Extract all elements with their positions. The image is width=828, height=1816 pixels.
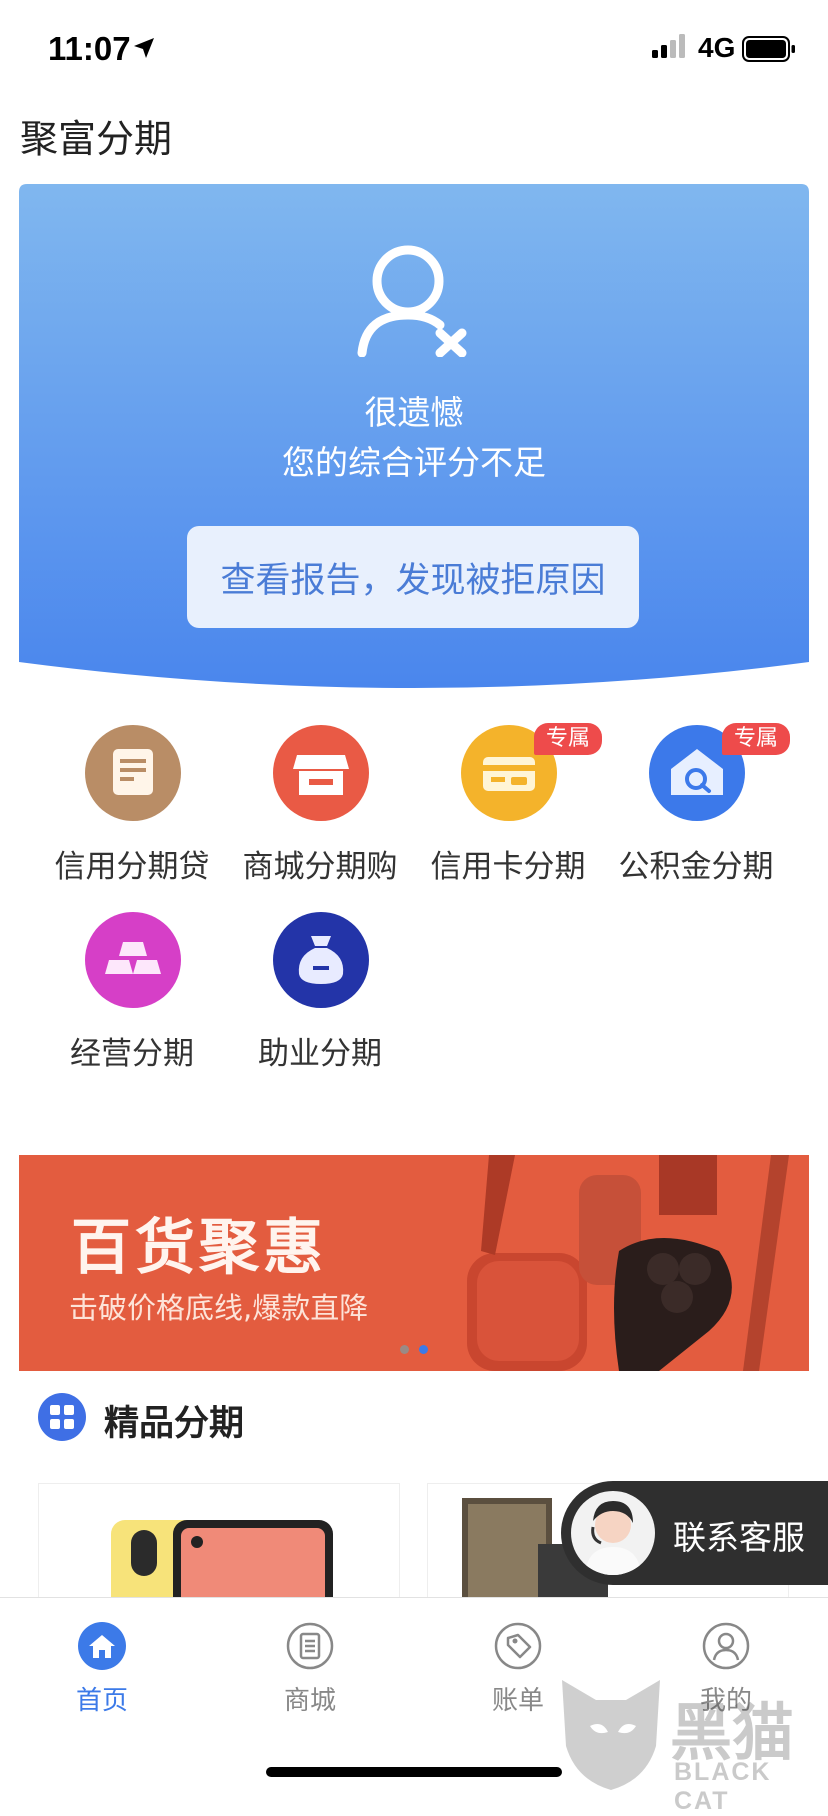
- product-card-phone[interactable]: [38, 1483, 400, 1604]
- promo-banner[interactable]: 百货聚惠 击破价格底线,爆款直降: [19, 1155, 809, 1371]
- tab-label: 商城: [283, 1686, 336, 1716]
- status-bar: 11:07 4G: [0, 0, 828, 100]
- service-label: 商城分期购: [242, 849, 398, 885]
- app-title: 聚富分期: [20, 117, 173, 161]
- rejection-card: 很遗憾 您的综合评分不足 查看报告，发现被拒原因: [19, 184, 809, 689]
- store-icon: [273, 725, 369, 821]
- service-mall-installment[interactable]: 商城分期购: [226, 725, 414, 895]
- document-icon: [85, 725, 181, 821]
- rejection-message: 您的综合评分不足: [282, 443, 546, 482]
- service-business-installment[interactable]: 经营分期: [38, 912, 226, 1082]
- service-credit-card[interactable]: 专属 信用卡分期: [414, 723, 602, 895]
- user-rejected-icon: [357, 245, 467, 357]
- service-label: 经营分期: [70, 1036, 194, 1072]
- service-employment-installment[interactable]: 助业分期: [226, 912, 414, 1082]
- exclusive-badge: 专属: [534, 723, 602, 755]
- rejection-title: 很遗憾: [364, 393, 464, 432]
- product-phone-image: [111, 1520, 333, 1604]
- tab-home[interactable]: 首页: [42, 1622, 162, 1722]
- battery-icon: [742, 36, 795, 62]
- money-bag-icon: [273, 912, 369, 1008]
- gold-bars-icon: [85, 912, 181, 1008]
- home-icon: [78, 1622, 126, 1670]
- banner-subtitle: 击破价格底线,爆款直降: [69, 1291, 369, 1325]
- profile-icon: [702, 1622, 750, 1670]
- section-title: 精品分期: [104, 1404, 245, 1444]
- tab-label: 首页: [75, 1686, 128, 1716]
- tag-icon: [494, 1622, 542, 1670]
- cat-logo-icon: [562, 1680, 660, 1790]
- agent-avatar: [571, 1491, 655, 1575]
- service-label: 信用分期贷: [54, 849, 210, 885]
- grid-icon: [38, 1393, 86, 1441]
- service-label: 公积金分期: [618, 849, 774, 885]
- location-arrow-icon: [134, 38, 154, 58]
- status-time: 11:07: [48, 30, 131, 67]
- view-report-button[interactable]: 查看报告，发现被拒原因: [187, 526, 639, 628]
- tab-mall[interactable]: 商城: [250, 1622, 370, 1722]
- service-housing-fund[interactable]: 专属 公积金分期: [602, 723, 790, 895]
- carousel-dot-active[interactable]: [419, 1345, 428, 1354]
- home-indicator[interactable]: [266, 1767, 562, 1777]
- customer-service-label: 联系客服: [673, 1518, 805, 1557]
- network-type: 4G: [698, 32, 736, 63]
- service-credit-loan[interactable]: 信用分期贷: [38, 725, 226, 895]
- banner-headline: 百货聚惠: [71, 1213, 327, 1283]
- watermark-sub: BLACK CAT: [674, 1758, 772, 1815]
- exclusive-badge: 专属: [722, 723, 790, 755]
- carousel-dot[interactable]: [400, 1345, 409, 1354]
- contact-customer-service-button[interactable]: 联系客服: [561, 1481, 828, 1585]
- signal-icon: [652, 34, 685, 58]
- watermark: 黑猫 BLACK CAT: [556, 1676, 828, 1815]
- mall-icon: [286, 1622, 334, 1670]
- service-label: 助业分期: [258, 1036, 382, 1072]
- service-label: 信用卡分期: [430, 849, 586, 885]
